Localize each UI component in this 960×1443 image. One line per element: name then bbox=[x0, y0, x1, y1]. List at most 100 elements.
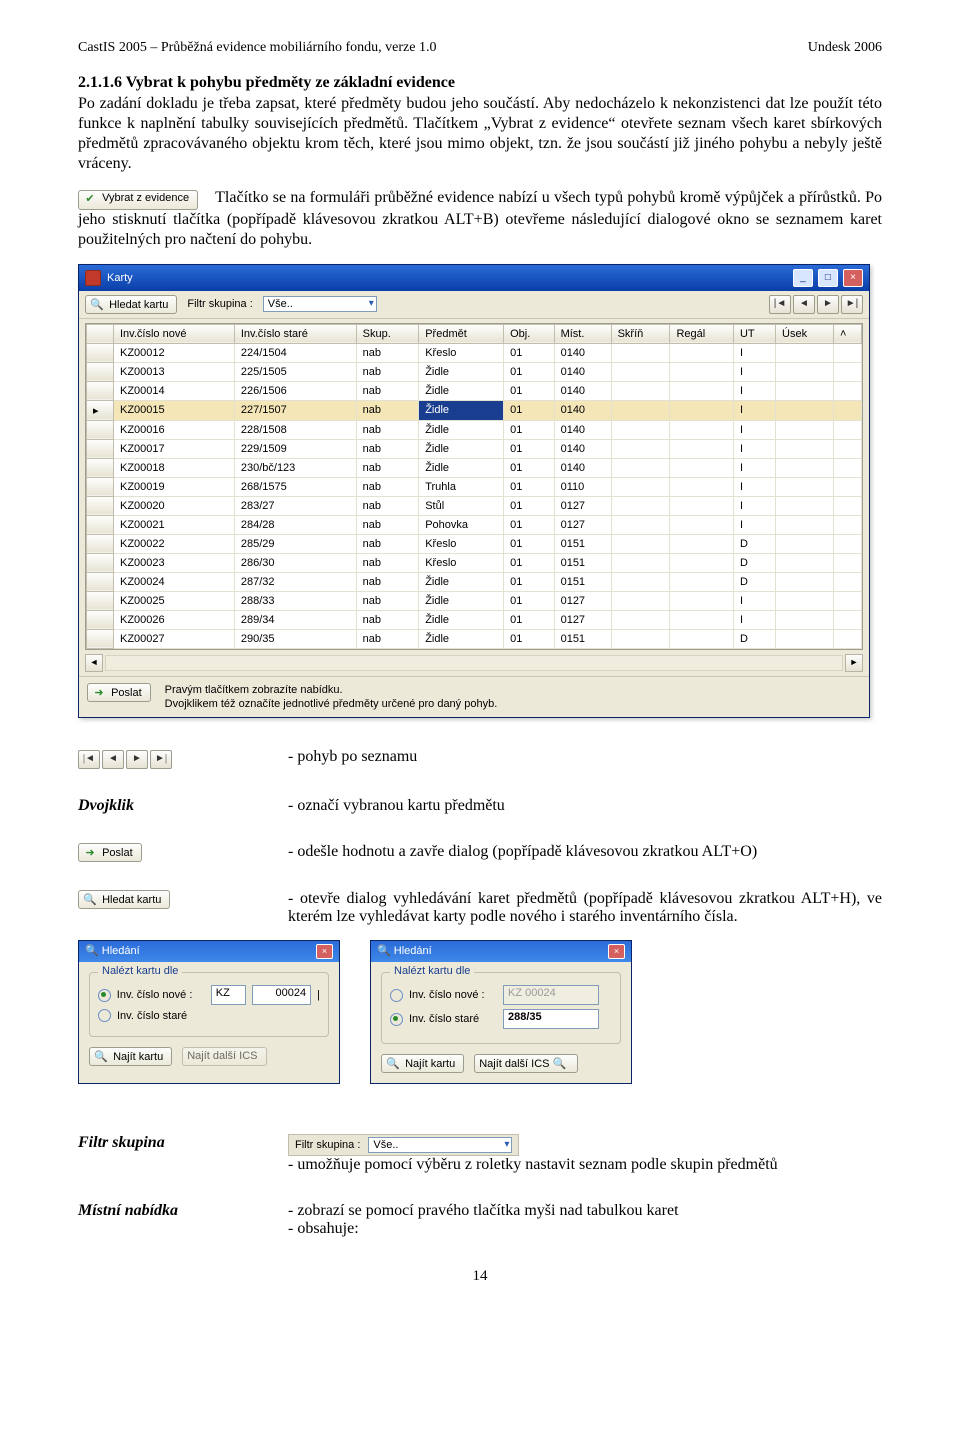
find-next-ics-button[interactable]: Najít další ICS bbox=[182, 1047, 266, 1066]
scroll-left-button[interactable]: ◄ bbox=[85, 654, 103, 672]
find-card-button[interactable]: 🔍 Najít kartu bbox=[89, 1047, 172, 1066]
table-cell: KZ00012 bbox=[114, 343, 235, 362]
column-header[interactable]: Skup. bbox=[356, 324, 419, 343]
table-row[interactable]: KZ00019268/1575nabTruhla010110I bbox=[87, 477, 862, 496]
inv-nove-number[interactable]: 00024 bbox=[252, 985, 311, 1005]
nav-first-icon[interactable]: |◄ bbox=[78, 750, 100, 769]
column-header[interactable]: Skříň bbox=[611, 324, 670, 343]
table-cell: KZ00016 bbox=[114, 420, 235, 439]
find-next-ics-button[interactable]: Najít další ICS 🔍 bbox=[474, 1054, 577, 1073]
table-cell: 227/1507 bbox=[234, 400, 356, 420]
cards-grid-body[interactable]: KZ00012224/1504nabKřeslo010140IKZ0001322… bbox=[87, 343, 862, 648]
table-cell: I bbox=[733, 381, 775, 400]
radio-inv-stare[interactable] bbox=[390, 1013, 403, 1026]
column-header[interactable]: Regál bbox=[670, 324, 734, 343]
table-cell: 287/32 bbox=[234, 572, 356, 591]
close-button[interactable]: × bbox=[843, 269, 863, 287]
table-row[interactable]: KZ00023286/30nabKřeslo010151D bbox=[87, 553, 862, 572]
horizontal-scrollbar[interactable]: ◄ ► bbox=[85, 654, 863, 672]
window-toolbar: 🔍 Hledat kartu Filtr skupina : Vše.. |◄ … bbox=[79, 291, 869, 319]
table-cell: KZ00025 bbox=[114, 591, 235, 610]
table-cell bbox=[776, 400, 834, 420]
table-cell: nab bbox=[356, 343, 419, 362]
window-titlebar: Karty _ □ × bbox=[79, 265, 869, 291]
scroll-up-corner[interactable]: ˄ bbox=[834, 324, 862, 343]
table-cell bbox=[611, 629, 670, 648]
nav-next-button[interactable]: ► bbox=[817, 295, 839, 314]
table-cell: I bbox=[733, 496, 775, 515]
table-row[interactable]: KZ00020283/27nabStůl010127I bbox=[87, 496, 862, 515]
table-row[interactable]: KZ00024287/32nabŽidle010151D bbox=[87, 572, 862, 591]
table-cell: KZ00022 bbox=[114, 534, 235, 553]
filter-group-combo[interactable]: Vše.. bbox=[263, 296, 377, 312]
group-label: Nalézt kartu dle bbox=[390, 965, 474, 977]
dialog-close-button[interactable]: × bbox=[608, 944, 625, 959]
nav-last-icon[interactable]: ►| bbox=[150, 750, 172, 769]
column-header[interactable]: Předmět bbox=[419, 324, 504, 343]
inv-nove-prefix[interactable]: KZ bbox=[211, 985, 246, 1005]
doc-header-left: CastIS 2005 – Průběžná evidence mobiliár… bbox=[78, 40, 436, 56]
table-row[interactable]: KZ00012224/1504nabKřeslo010140I bbox=[87, 343, 862, 362]
legend-search-button-label: Hledat kartu bbox=[102, 894, 161, 906]
nav-first-button[interactable]: |◄ bbox=[769, 295, 791, 314]
radio-inv-stare[interactable] bbox=[98, 1009, 111, 1022]
table-row[interactable]: KZ00027290/35nabŽidle010151D bbox=[87, 629, 862, 648]
nav-prev-icon[interactable]: ◄ bbox=[102, 750, 124, 769]
table-cell: KZ00017 bbox=[114, 439, 235, 458]
legend-doubleclick-label: Dvojklik bbox=[78, 797, 278, 815]
table-cell: 284/28 bbox=[234, 515, 356, 534]
send-icon: ➜ bbox=[92, 686, 106, 699]
column-header[interactable]: Obj. bbox=[504, 324, 554, 343]
table-row[interactable]: KZ00022285/29nabKřeslo010151D bbox=[87, 534, 862, 553]
inv-stare-number[interactable]: 288/35 bbox=[503, 1009, 599, 1029]
select-from-evidence-button[interactable]: ✔ Vybrat z evidence bbox=[78, 190, 198, 210]
send-button[interactable]: ➜ Poslat bbox=[87, 683, 151, 702]
table-row[interactable]: KZ00017229/1509nabŽidle010140I bbox=[87, 439, 862, 458]
text-cursor: | bbox=[317, 989, 320, 1001]
column-header[interactable]: Inv.číslo staré bbox=[234, 324, 356, 343]
filter-strip-combo[interactable]: Vše.. bbox=[368, 1137, 512, 1153]
radio-inv-nove[interactable] bbox=[98, 989, 111, 1002]
table-cell: nab bbox=[356, 439, 419, 458]
table-row[interactable]: KZ00016228/1508nabŽidle010140I bbox=[87, 420, 862, 439]
column-header[interactable]: UT bbox=[733, 324, 775, 343]
table-cell: 0127 bbox=[554, 591, 611, 610]
nav-next-icon[interactable]: ► bbox=[126, 750, 148, 769]
scroll-right-button[interactable]: ► bbox=[845, 654, 863, 672]
column-header[interactable]: Úsek bbox=[776, 324, 834, 343]
search-card-button[interactable]: 🔍 Hledat kartu bbox=[85, 295, 177, 314]
scroll-track[interactable] bbox=[105, 655, 843, 671]
dialog-close-button[interactable]: × bbox=[316, 944, 333, 959]
legend-send-button[interactable]: ➜ Poslat bbox=[78, 843, 142, 862]
table-row[interactable]: KZ00014226/1506nabŽidle010140I bbox=[87, 381, 862, 400]
nav-prev-button[interactable]: ◄ bbox=[793, 295, 815, 314]
search-dialog-nove: 🔍 Hledání × Nalézt kartu dle Inv. číslo … bbox=[78, 940, 340, 1084]
column-header[interactable]: Inv.číslo nové bbox=[114, 324, 235, 343]
legend-search-button[interactable]: 🔍 Hledat kartu bbox=[78, 890, 170, 909]
table-row[interactable]: KZ00021284/28nabPohovka010127I bbox=[87, 515, 862, 534]
table-row[interactable]: ▸KZ00015227/1507nabŽidle010140I bbox=[87, 400, 862, 420]
nav-buttons: |◄ ◄ ► ►| bbox=[769, 295, 863, 314]
table-row[interactable]: KZ00025288/33nabŽidle010127I bbox=[87, 591, 862, 610]
nav-last-button[interactable]: ►| bbox=[841, 295, 863, 314]
table-row[interactable]: KZ00018230/bč/123nabŽidle010140I bbox=[87, 458, 862, 477]
section-heading: 2.1.1.6 Vybrat k pohybu předměty ze zákl… bbox=[78, 74, 882, 92]
table-cell: 0151 bbox=[554, 572, 611, 591]
minimize-button[interactable]: _ bbox=[793, 269, 813, 287]
filter-strip-value: Vše.. bbox=[373, 1139, 398, 1151]
column-header[interactable]: Míst. bbox=[554, 324, 611, 343]
table-row[interactable]: KZ00013225/1505nabŽidle010140I bbox=[87, 362, 862, 381]
legend-nav-buttons: |◄ ◄ ► ►| bbox=[78, 750, 172, 769]
filter-strip[interactable]: Filtr skupina : Vše.. bbox=[288, 1134, 519, 1156]
table-row[interactable]: KZ00026289/34nabŽidle010127I bbox=[87, 610, 862, 629]
radio-inv-nove-label: Inv. číslo nové : bbox=[409, 989, 497, 1001]
radio-inv-nove[interactable] bbox=[390, 989, 403, 1002]
maximize-button[interactable]: □ bbox=[818, 269, 838, 287]
magnifier-icon: 🔍 bbox=[377, 945, 391, 957]
magnifier-icon: 🔍 bbox=[85, 945, 99, 957]
table-cell: Židle bbox=[419, 420, 504, 439]
table-cell: 286/30 bbox=[234, 553, 356, 572]
table-cell bbox=[670, 553, 734, 572]
find-card-button[interactable]: 🔍 Najít kartu bbox=[381, 1054, 464, 1073]
table-cell bbox=[670, 515, 734, 534]
